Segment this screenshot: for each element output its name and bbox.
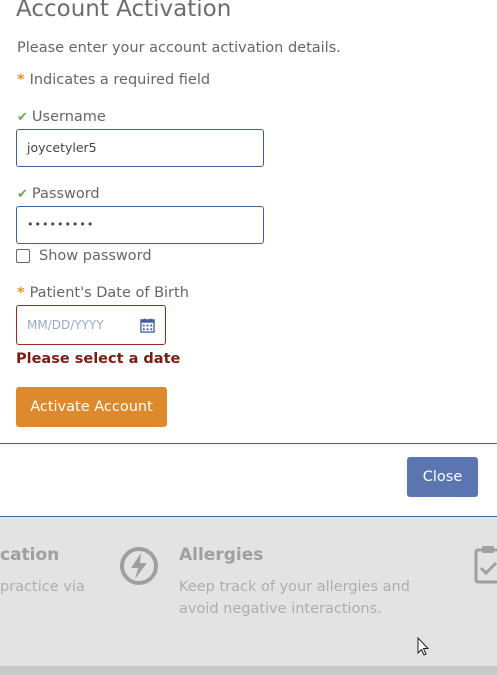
background-shadow-strip [0,666,497,675]
modal-bottom-border [0,516,497,517]
password-label: ✔ Password [17,186,100,202]
calendar-icon[interactable] [140,317,155,333]
allergies-desc-line1: Keep track of your allergies and [179,579,410,595]
required-star: * [17,72,25,88]
modal-title: Account Activation [16,0,232,22]
required-note-text: Indicates a required field [29,72,211,88]
username-label: ✔ Username [17,109,106,125]
background-left-title: cation [0,545,60,565]
password-field[interactable]: ••••••••• [16,206,264,244]
activation-modal: Account Activation Please enter your acc… [0,0,497,516]
dob-placeholder: MM/DD/YYYY [27,318,104,332]
allergies-title: Allergies [179,545,264,565]
show-password-label: Show password [39,248,152,264]
username-label-text: Username [31,109,106,125]
clipboard-check-icon [474,546,497,584]
close-button[interactable]: Close [407,457,478,497]
lightning-bolt-icon [120,547,158,585]
activate-account-button[interactable]: Activate Account [16,387,167,427]
allergies-desc-line2: avoid negative interactions. [179,601,382,617]
show-password-checkbox[interactable] [16,249,30,263]
modal-footer-divider [0,443,497,444]
show-password-toggle[interactable]: Show password [16,248,152,264]
password-label-text: Password [31,186,100,202]
dob-date-field[interactable]: MM/DD/YYYY [16,305,166,345]
dob-label: * Patient's Date of Birth [17,285,189,301]
required-note: * Indicates a required field [17,72,210,88]
dob-label-text: Patient's Date of Birth [29,285,189,301]
mouse-cursor-icon [417,637,430,656]
required-star: * [17,285,25,301]
checkmark-icon: ✔ [17,187,28,202]
background-left-desc: practice via [0,579,85,595]
dob-error-message: Please select a date [16,351,181,367]
username-field[interactable]: joycetyler5 [16,129,264,167]
intro-text: Please enter your account activation det… [17,40,341,56]
checkmark-icon: ✔ [17,110,28,125]
